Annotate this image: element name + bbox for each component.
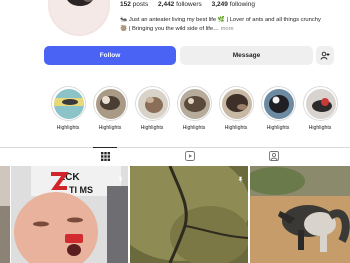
highlight-item[interactable]: Highlights: [177, 86, 212, 131]
pinned-icon: [117, 170, 124, 188]
highlight-label: Highlights: [266, 125, 290, 131]
highlight-item[interactable]: Highlights: [93, 86, 128, 131]
post-thumbnail[interactable]: ZCK TI MS: [11, 166, 128, 263]
highlight-item[interactable]: Highlights: [303, 86, 338, 131]
highlight-label: Highlights: [56, 125, 80, 131]
tagged-icon: [269, 151, 279, 161]
followers-stat[interactable]: 2,442 followers: [158, 1, 202, 8]
highlight-cover: [95, 88, 126, 119]
avatar-image: [50, 0, 108, 34]
tab-reels[interactable]: [184, 150, 196, 162]
pinned-icon: [237, 170, 244, 188]
post-thumbnail[interactable]: [0, 166, 10, 263]
tab-tagged[interactable]: [268, 150, 280, 162]
highlight-item[interactable]: Highlights: [219, 86, 254, 131]
bio-line-2: 🦥 | Bringing you the wild side of life…: [120, 26, 219, 32]
bio-more-link[interactable]: more: [219, 26, 234, 32]
post-thumbnail[interactable]: [130, 166, 248, 263]
post-image: ZCK TI MS: [11, 166, 128, 263]
highlight-item[interactable]: Highlights: [261, 86, 296, 131]
message-button[interactable]: Message: [180, 46, 313, 65]
post-image: [130, 166, 248, 263]
highlight-label: Highlights: [224, 125, 248, 131]
highlight-item[interactable]: Highlights: [135, 86, 170, 131]
highlight-cover: [305, 88, 336, 119]
bio-line-1: 🐜 Just an anteater living my best life 🌿…: [120, 17, 321, 23]
following-stat[interactable]: 3,249 following: [212, 1, 255, 8]
post-image: [0, 166, 10, 263]
profile-stats: 152 posts 2,442 followers 3,249 followin…: [120, 1, 255, 8]
highlight-cover: [263, 88, 294, 119]
highlight-cover: [137, 88, 168, 119]
posts-stat[interactable]: 152 posts: [120, 1, 148, 8]
profile-bio: 🐜 Just an anteater living my best life 🌿…: [120, 16, 345, 34]
add-person-icon: [320, 51, 330, 60]
highlight-cover: [179, 88, 210, 119]
post-image: [250, 166, 350, 263]
profile-avatar[interactable]: [48, 0, 110, 36]
highlight-label: Highlights: [182, 125, 206, 131]
highlight-label: Highlights: [308, 125, 332, 131]
highlight-item[interactable]: Highlights: [51, 86, 86, 131]
follow-button[interactable]: Follow: [44, 46, 176, 65]
tabs-divider: [0, 147, 350, 148]
tab-posts[interactable]: [93, 147, 117, 162]
reels-icon: [185, 151, 195, 161]
suggest-people-button[interactable]: [316, 46, 334, 65]
highlight-label: Highlights: [98, 125, 122, 131]
posts-grid: ZCK TI MS: [0, 166, 350, 263]
highlight-label: Highlights: [140, 125, 164, 131]
highlight-cover: [53, 88, 84, 119]
svg-text:TI MS: TI MS: [69, 185, 93, 195]
highlight-cover: [221, 88, 252, 119]
grid-icon: [100, 151, 110, 161]
post-thumbnail[interactable]: [250, 166, 350, 263]
